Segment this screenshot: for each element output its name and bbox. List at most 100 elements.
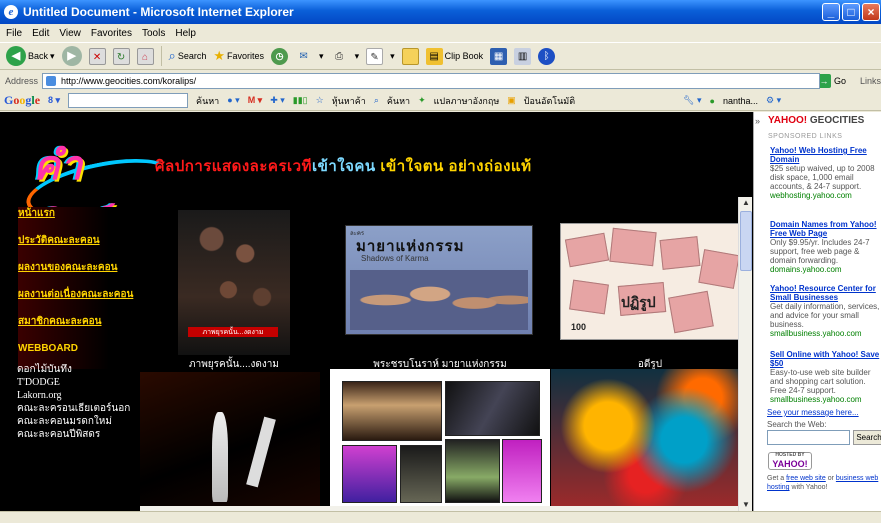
- nav-members[interactable]: สมาชิกคณะละคอน: [18, 315, 148, 342]
- pagerank-icon[interactable]: ▮▮▯: [293, 95, 308, 106]
- menu-tools[interactable]: Tools: [142, 28, 165, 39]
- close-button[interactable]: ×: [862, 3, 880, 21]
- free-web-site-link[interactable]: free web site: [786, 475, 826, 482]
- menu-file[interactable]: File: [6, 28, 22, 39]
- poster-photo-2[interactable]: ละคร มายาแห่งกรรม Shadows of Karma: [345, 225, 533, 335]
- ad-url[interactable]: webhosting.yahoo.com: [770, 191, 881, 200]
- bookmark-star-icon[interactable]: ☆: [316, 95, 324, 106]
- clip-book-button[interactable]: ▤ Clip Book: [425, 45, 483, 67]
- scroll-up-icon[interactable]: ▲: [740, 197, 752, 209]
- dancer-figure: [212, 412, 228, 502]
- mail-icon[interactable]: ✉: [295, 48, 312, 65]
- stop-icon[interactable]: ✕: [88, 47, 106, 65]
- back-dropdown-icon[interactable]: ▾: [50, 51, 55, 62]
- nav-continuing-works[interactable]: ผลงานต่อเนื่องคณะละคอน: [18, 288, 148, 315]
- address-input[interactable]: http://www.geocities.com/koralips/: [42, 73, 821, 89]
- stage-photo-4[interactable]: [140, 372, 320, 511]
- mail-dropdown-icon[interactable]: ▾: [319, 51, 324, 62]
- forward-button[interactable]: ▶: [61, 46, 82, 66]
- nav-history[interactable]: ประวัติคณะละคอน: [18, 234, 148, 261]
- see-message-link[interactable]: See your message here...: [767, 408, 859, 417]
- account-dot-icon: ●: [709, 95, 715, 106]
- yahoo-search-input[interactable]: [767, 430, 850, 445]
- window-icon[interactable]: ▦: [490, 47, 508, 65]
- menu-view[interactable]: View: [59, 28, 81, 39]
- ad-url[interactable]: domains.yahoo.com: [770, 265, 881, 274]
- links-button[interactable]: Links: [860, 76, 881, 86]
- nav-works[interactable]: ผลงานของคณะละคอน: [18, 261, 148, 288]
- ad-url[interactable]: smallbusiness.yahoo.com: [770, 329, 881, 338]
- scroll-thumb[interactable]: [740, 211, 752, 271]
- yahoo-geocities-logo[interactable]: YAHOO! GEOCITIES: [768, 115, 864, 126]
- refresh-icon[interactable]: ↻: [112, 47, 130, 65]
- search-button[interactable]: ⌕ Search: [169, 45, 207, 67]
- menu-edit[interactable]: Edit: [32, 28, 49, 39]
- print-dropdown-icon[interactable]: ▾: [355, 51, 360, 62]
- settings-icon[interactable]: ⚙ ▾: [766, 95, 781, 106]
- plus-icon[interactable]: ✚ ▾: [270, 95, 285, 106]
- ad-url[interactable]: smallbusiness.yahoo.com: [770, 395, 881, 404]
- footer-prefix: Get a: [767, 475, 787, 482]
- ad-title-link[interactable]: Yahoo! Resource Center for Small Busines…: [770, 284, 881, 302]
- research-icon[interactable]: ▥: [514, 47, 532, 65]
- vertical-scrollbar[interactable]: ▲ ▼: [738, 197, 752, 511]
- hosted-by-yahoo-badge[interactable]: HOSTED BY YAHOO!: [768, 452, 812, 470]
- google-g-icon[interactable]: 8 ▾: [48, 95, 60, 106]
- translate-label[interactable]: แปลภาษาอังกฤษ: [434, 94, 500, 108]
- scroll-down-icon[interactable]: ▼: [740, 499, 752, 511]
- clip-book-icon: ▤: [425, 47, 443, 65]
- google-logo[interactable]: Google: [4, 93, 40, 108]
- slogan-part-4: อย่างถ่องแท้: [448, 158, 532, 175]
- dance-photo-6[interactable]: [551, 369, 741, 511]
- ad-title-link[interactable]: Sell Online with Yahoo! Save $50: [770, 350, 881, 368]
- poster-photo-1[interactable]: ภาพยุรคนั้น...งดงาม: [178, 210, 290, 355]
- find-label[interactable]: ค้นหา: [387, 94, 410, 108]
- globe-icon[interactable]: ● ▾: [227, 95, 239, 106]
- menu-favorites[interactable]: Favorites: [91, 28, 132, 39]
- slogan-part-2: เข้าใจคน: [311, 158, 376, 175]
- autofill-icon[interactable]: ▣: [507, 95, 516, 106]
- go-button[interactable]: → Go: [816, 74, 846, 88]
- ad-title-link[interactable]: Domain Names from Yahoo! Free Web Page: [770, 220, 881, 238]
- link-item[interactable]: คณะละคอนปีพิสดร: [17, 429, 130, 442]
- link-item[interactable]: ดอกไม้บันทึง: [17, 364, 130, 377]
- footer-suffix: with Yahoo!: [789, 484, 828, 491]
- google-search-button[interactable]: ค้นหา: [196, 94, 219, 108]
- page-icon: [46, 76, 57, 86]
- history-icon[interactable]: ◷: [271, 47, 289, 65]
- google-search-input[interactable]: [68, 93, 189, 108]
- bluetooth-icon[interactable]: ᛒ: [538, 47, 556, 65]
- ad-title-link[interactable]: Yahoo! Web Hosting Free Domain: [770, 146, 881, 164]
- find-icon[interactable]: ⌕: [374, 95, 379, 106]
- nav-home[interactable]: หน้าแรก: [18, 207, 148, 234]
- link-item[interactable]: คณะละคอนมรดกใหม่: [17, 416, 130, 429]
- poster-title-strip: ภาพยุรคนั้น...งดงาม: [188, 327, 278, 337]
- yahoo-search-button[interactable]: Search: [853, 430, 881, 445]
- edit-dropdown-icon[interactable]: ▾: [390, 51, 395, 62]
- menu-help[interactable]: Help: [175, 28, 196, 39]
- link-item[interactable]: T'DODGE: [17, 377, 130, 390]
- link-item[interactable]: คณะละครอนเธียเตอร์นอก: [17, 403, 130, 416]
- folder-icon[interactable]: [401, 47, 419, 65]
- pagerank-label[interactable]: หุ้นหาค้า: [332, 94, 366, 108]
- edit-icon[interactable]: ✎: [366, 47, 384, 65]
- maximize-button[interactable]: □: [842, 3, 860, 21]
- yahoo-brand: YAHOO!: [768, 115, 808, 126]
- gmail-icon[interactable]: M ▾: [248, 95, 263, 106]
- collage-photo-5[interactable]: [330, 369, 550, 511]
- back-button[interactable]: ◀ Back ▾: [6, 45, 55, 67]
- home-icon[interactable]: ⌂: [136, 47, 154, 65]
- favorites-button[interactable]: ★ Favorites: [213, 45, 264, 67]
- collapse-icon[interactable]: »: [755, 117, 760, 126]
- translate-icon[interactable]: ✦: [418, 95, 426, 106]
- autofill-label[interactable]: ป้อนอัตโนมัติ: [524, 94, 575, 108]
- print-icon[interactable]: ⎙: [331, 48, 348, 65]
- collage-shot: [400, 445, 442, 503]
- link-item[interactable]: Lakorn.org: [17, 390, 130, 403]
- account-button[interactable]: nantha...: [723, 96, 758, 106]
- site-logo[interactable]: คำศิลป์: [33, 136, 153, 249]
- google-toolbar: Google 8 ▾ ค้นหา ● ▾ M ▾ ✚ ▾ ▮▮▯ ☆ หุ้นห…: [0, 91, 881, 111]
- minimize-button[interactable]: _: [822, 3, 840, 21]
- wrench-icon[interactable]: 🔧︎ ▾: [683, 95, 701, 106]
- collage-photo-3[interactable]: ปฏิรูป 100: [560, 223, 742, 340]
